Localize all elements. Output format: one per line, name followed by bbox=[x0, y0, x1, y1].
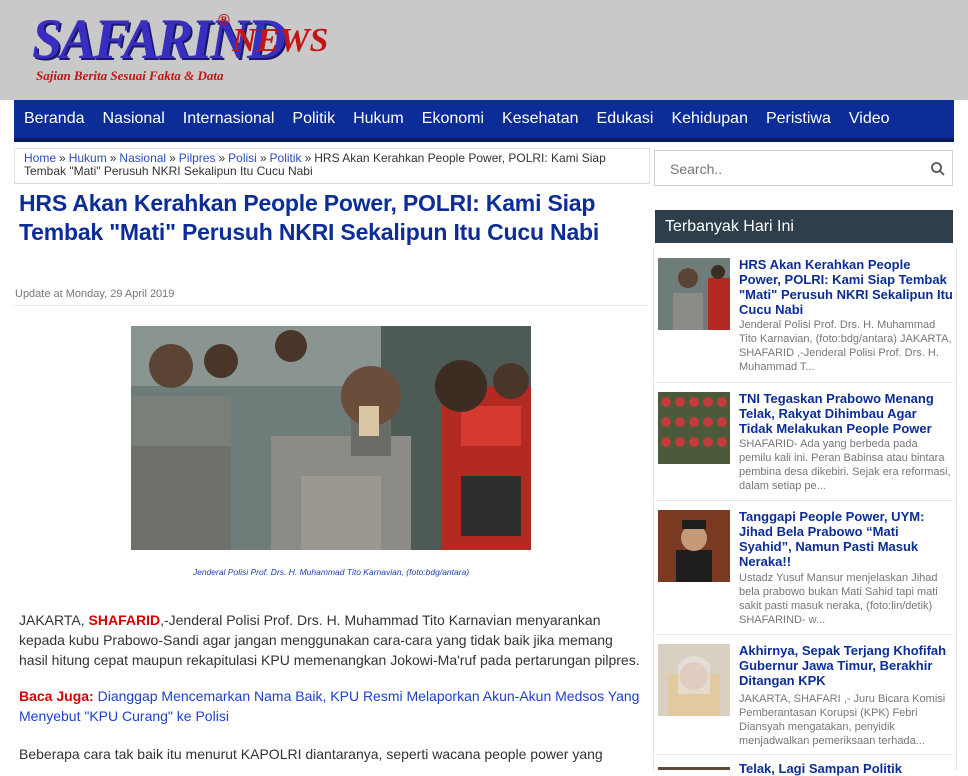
nav-item-politik[interactable]: Politik bbox=[283, 100, 344, 138]
popular-item[interactable]: Akhirnya, Sepak Terjang Khofifah Gubernu… bbox=[655, 643, 953, 755]
popular-title[interactable]: Akhirnya, Sepak Terjang Khofifah Gubernu… bbox=[739, 643, 953, 688]
breadcrumb-link-polisi[interactable]: Polisi bbox=[228, 151, 257, 165]
article-date: Update at Monday, 29 April 2019 bbox=[15, 288, 174, 300]
read-also: Baca Juga: Dianggap Mencemarkan Nama Bai… bbox=[19, 686, 644, 726]
site-logo[interactable]: SAFARIND ® NEWS Sajian Berita Sesuai Fak… bbox=[32, 8, 332, 94]
popular-thumbnail[interactable] bbox=[658, 258, 730, 330]
popular-thumbnail[interactable] bbox=[658, 762, 730, 770]
nav-item-internasional[interactable]: Internasional bbox=[174, 100, 284, 138]
popular-snippet: Jenderal Polisi Prof. Drs. H. Muhammad T… bbox=[739, 319, 952, 373]
divider bbox=[655, 634, 953, 635]
site-header: SAFARIND ® NEWS Sajian Berita Sesuai Fak… bbox=[0, 0, 968, 100]
nav-item-ekonomi[interactable]: Ekonomi bbox=[413, 100, 493, 138]
breadcrumb-link-home[interactable]: Home bbox=[24, 151, 56, 165]
popular-item[interactable]: Tanggapi People Power, UYM: Jihad Bela P… bbox=[655, 509, 953, 635]
police-press-photo bbox=[131, 326, 531, 550]
popular-item[interactable]: Telak, Lagi Sampan Politik bbox=[655, 761, 953, 776]
breadcrumb-link-hukum[interactable]: Hukum bbox=[69, 151, 107, 165]
popular-title[interactable]: TNI Tegaskan Prabowo Menang Telak, Rakya… bbox=[739, 391, 953, 436]
nav-item-hukum[interactable]: Hukum bbox=[344, 100, 413, 138]
search-input[interactable] bbox=[668, 160, 922, 178]
popular-thumbnail[interactable] bbox=[658, 644, 730, 716]
article-paragraph-1: JAKARTA, SHAFARID,-Jenderal Polisi Prof.… bbox=[19, 610, 644, 670]
article-photo[interactable] bbox=[131, 326, 531, 550]
nav-item-nasional[interactable]: Nasional bbox=[94, 100, 174, 138]
nav-item-edukasi[interactable]: Edukasi bbox=[588, 100, 663, 138]
nav-item-kesehatan[interactable]: Kesehatan bbox=[493, 100, 588, 138]
divider bbox=[655, 754, 953, 755]
search-icon[interactable] bbox=[930, 161, 946, 177]
sidebar-heading: Terbanyak Hari Ini bbox=[655, 210, 953, 243]
thumbnail-image bbox=[658, 392, 730, 464]
popular-snippet: SHAFARID- Ada yang berbeda pada pemilu k… bbox=[739, 438, 951, 492]
breadcrumb-link-pilpres[interactable]: Pilpres bbox=[179, 151, 216, 165]
popular-snippet: JAKARTA, SHAFARI ,- Juru Bicara Komisi P… bbox=[739, 693, 946, 747]
popular-title[interactable]: Telak, Lagi Sampan Politik bbox=[739, 761, 953, 776]
divider bbox=[655, 500, 953, 501]
thumbnail-image bbox=[658, 644, 730, 716]
breadcrumb-separator: » bbox=[109, 151, 117, 165]
breadcrumb-separator: » bbox=[218, 151, 226, 165]
dateline-city: JAKARTA, bbox=[19, 612, 85, 628]
photo-caption: Jenderal Polisi Prof. Drs. H. Muhammad T… bbox=[192, 567, 470, 577]
popular-title[interactable]: Tanggapi People Power, UYM: Jihad Bela P… bbox=[739, 509, 953, 569]
article-paragraph-3: Beberapa cara tak baik itu menurut KAPOL… bbox=[19, 746, 603, 762]
logo-news: NEWS bbox=[232, 22, 329, 59]
divider bbox=[655, 382, 953, 383]
nav-item-kehidupan[interactable]: Kehidupan bbox=[662, 100, 757, 138]
breadcrumb-link-nasional[interactable]: Nasional bbox=[119, 151, 166, 165]
breadcrumb-separator: » bbox=[259, 151, 267, 165]
breadcrumb: Home» Hukum» Nasional» Pilpres» Polisi» Polit… bbox=[24, 152, 624, 178]
logo-registered-mark: ® bbox=[218, 12, 230, 29]
read-also-link[interactable]: Dianggap Mencemarkan Nama Baik, KPU Resm… bbox=[19, 688, 639, 724]
breadcrumb-separator: » bbox=[169, 151, 176, 165]
dateline-source: SHAFARID bbox=[88, 612, 161, 628]
nav-item-peristiwa[interactable]: Peristiwa bbox=[757, 100, 840, 138]
date-label: Update at bbox=[15, 288, 63, 300]
date-value: Monday, 29 April 2019 bbox=[65, 288, 175, 300]
popular-item[interactable]: TNI Tegaskan Prabowo Menang Telak, Rakya… bbox=[655, 391, 953, 512]
breadcrumb-link-politik[interactable]: Politik bbox=[270, 151, 302, 165]
main-nav: Beranda Nasional Internasional Politik Hukum… bbox=[14, 100, 954, 142]
nav-item-beranda[interactable]: Beranda bbox=[15, 100, 94, 138]
popular-thumbnail[interactable] bbox=[658, 510, 730, 582]
thumbnail-image bbox=[658, 258, 730, 330]
breadcrumb-separator: » bbox=[59, 151, 66, 165]
popular-title[interactable]: HRS Akan Kerahkan People Power, POLRI: K… bbox=[739, 257, 953, 317]
search-box bbox=[654, 150, 953, 186]
breadcrumb-separator: » bbox=[304, 151, 312, 165]
logo-tagline: Sajian Berita Sesuai Fakta & Data bbox=[36, 68, 224, 83]
divider bbox=[14, 305, 648, 306]
popular-snippet: Ustadz Yusuf Mansur menjelaskan Jihad be… bbox=[739, 572, 938, 626]
read-also-label: Baca Juga: bbox=[19, 688, 94, 704]
nav-item-video[interactable]: Video bbox=[840, 100, 899, 138]
popular-thumbnail[interactable] bbox=[658, 392, 730, 464]
popular-item[interactable]: HRS Akan Kerahkan People Power, POLRI: K… bbox=[655, 257, 953, 383]
sidebar-heading-label: Terbanyak Hari Ini bbox=[665, 218, 794, 235]
thumbnail-image bbox=[658, 510, 730, 582]
article-title: HRS Akan Kerahkan People Power, POLRI: K… bbox=[19, 190, 600, 245]
